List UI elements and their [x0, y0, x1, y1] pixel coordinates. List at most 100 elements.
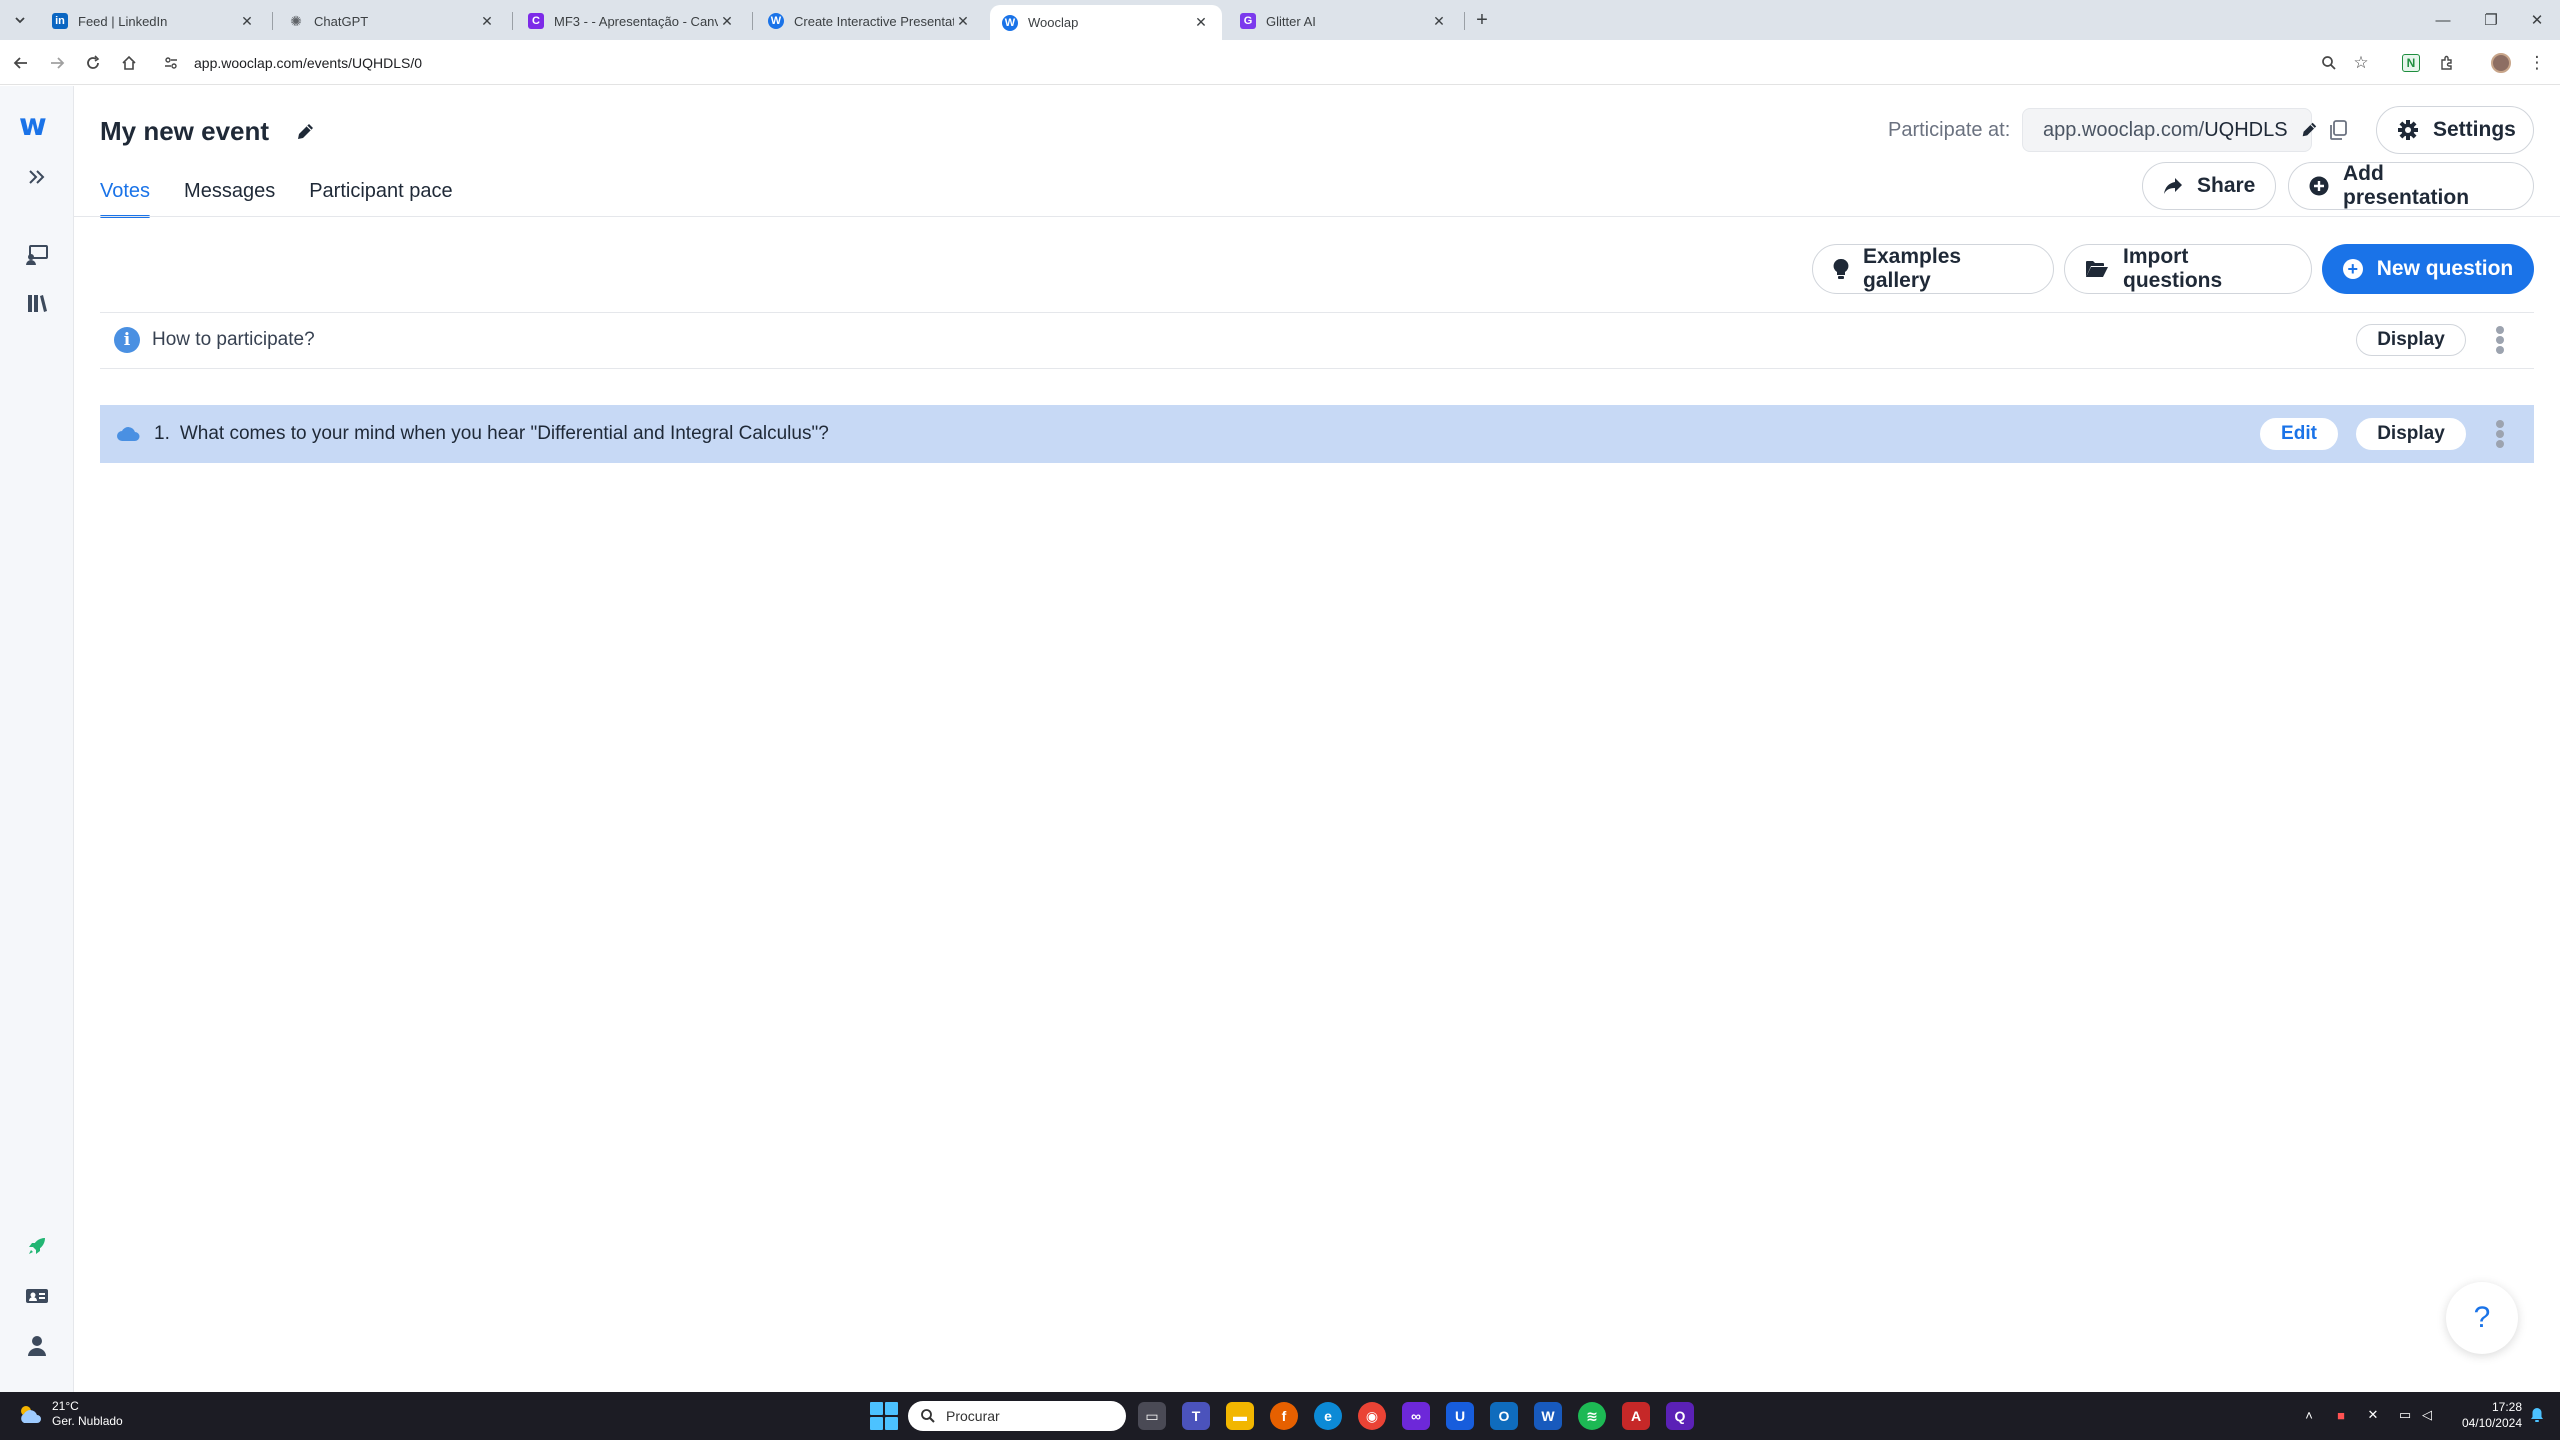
- volume-icon[interactable]: ◁: [2416, 1404, 2438, 1426]
- question-more-options-icon[interactable]: [2490, 417, 2510, 451]
- edit-title-pencil-icon[interactable]: [293, 120, 317, 144]
- browser-tab-chatgpt[interactable]: ✺ ChatGPT ✕: [276, 5, 508, 37]
- close-tab-icon[interactable]: ✕: [718, 12, 736, 30]
- tab-votes[interactable]: Votes: [100, 172, 151, 218]
- edit-code-pencil-icon[interactable]: [2300, 121, 2318, 139]
- rocket-icon[interactable]: [20, 1229, 54, 1263]
- add-presentation-label: Add presentation: [2343, 162, 2470, 209]
- import-questions-button[interactable]: Import questions: [2064, 244, 2312, 294]
- restore-window-icon[interactable]: ❐: [2468, 0, 2514, 40]
- site-info-icon[interactable]: [158, 50, 184, 76]
- question-edit-button[interactable]: Edit: [2260, 418, 2338, 450]
- firefox-icon[interactable]: f: [1270, 1402, 1298, 1430]
- examples-gallery-button[interactable]: Examples gallery: [1812, 244, 2054, 294]
- tab-separator: [752, 12, 753, 30]
- tab-messages[interactable]: Messages: [184, 172, 275, 216]
- tab-search-dropdown-icon[interactable]: [8, 8, 32, 32]
- back-arrow-icon[interactable]: [8, 50, 34, 76]
- tab-participant-pace[interactable]: Participant pace: [309, 172, 452, 216]
- notifications-bell-icon[interactable]: [2526, 1404, 2548, 1426]
- task-view-icon[interactable]: ▭: [1138, 1402, 1166, 1430]
- edge-icon[interactable]: e: [1314, 1402, 1342, 1430]
- close-tab-icon[interactable]: ✕: [1192, 14, 1210, 32]
- participate-url-box[interactable]: app.wooclap.com/UQHDLS: [2022, 108, 2316, 152]
- word-icon[interactable]: W: [1534, 1402, 1562, 1430]
- close-window-icon[interactable]: ✕: [2514, 0, 2560, 40]
- tab-label: Feed | LinkedIn: [78, 13, 168, 29]
- chrome-icon[interactable]: ◉: [1358, 1402, 1386, 1430]
- browser-tab-linkedin[interactable]: in Feed | LinkedIn ✕: [40, 5, 268, 37]
- presenter-icon[interactable]: [20, 238, 54, 272]
- tray-app-icon[interactable]: ■: [2330, 1404, 2352, 1426]
- main-content: My new event Participate at: app.wooclap…: [74, 86, 2560, 1392]
- how-to-more-options-icon[interactable]: [2490, 323, 2510, 357]
- profile-avatar-icon[interactable]: [2488, 50, 2514, 76]
- browser-tab-glitter[interactable]: G Glitter AI ✕: [1228, 5, 1460, 37]
- minimize-window-icon[interactable]: —: [2420, 0, 2466, 40]
- word-cloud-icon: [116, 426, 140, 442]
- pdf-reader-icon[interactable]: A: [1622, 1402, 1650, 1430]
- browser-toolbar: app.wooclap.com/events/UQHDLS/0 ☆ N ⋮: [0, 40, 2560, 85]
- show-hidden-icons-chevron-icon[interactable]: ˄: [2298, 1404, 2320, 1426]
- network-icon[interactable]: ▭: [2394, 1404, 2416, 1426]
- extensions-puzzle-icon[interactable]: [2434, 50, 2460, 76]
- share-button[interactable]: Share: [2142, 162, 2276, 210]
- canva-icon: C: [528, 13, 544, 29]
- close-tab-icon[interactable]: ✕: [478, 12, 496, 30]
- expand-sidebar-icon[interactable]: [20, 160, 54, 194]
- close-tab-icon[interactable]: ✕: [1430, 12, 1448, 30]
- copy-link-icon[interactable]: [2324, 116, 2352, 144]
- lightbulb-icon: [1833, 258, 1849, 280]
- clock-time: 17:28: [2491, 1400, 2522, 1414]
- address-bar[interactable]: app.wooclap.com/events/UQHDLS/0: [156, 46, 2356, 80]
- app-q-icon[interactable]: Q: [1666, 1402, 1694, 1430]
- glitter-icon: G: [1240, 13, 1256, 29]
- microphone-muted-icon[interactable]: ✕: [2362, 1404, 2384, 1426]
- wooclap-logo[interactable]: w: [19, 108, 47, 143]
- how-to-display-button[interactable]: Display: [2356, 324, 2466, 356]
- outlook-icon[interactable]: O: [1490, 1402, 1518, 1430]
- forward-arrow-icon[interactable]: [44, 50, 70, 76]
- app-icon[interactable]: ∞: [1402, 1402, 1430, 1430]
- browser-tab-create-interactive[interactable]: W Create Interactive Presentation ✕: [756, 5, 984, 37]
- user-account-icon[interactable]: [20, 1329, 54, 1363]
- home-icon[interactable]: [116, 50, 142, 76]
- new-tab-button[interactable]: +: [1470, 8, 1494, 32]
- taskbar-search[interactable]: Procurar: [908, 1401, 1126, 1431]
- bitwarden-icon[interactable]: U: [1446, 1402, 1474, 1430]
- spotify-icon[interactable]: ≋: [1578, 1402, 1606, 1430]
- settings-button[interactable]: Settings: [2376, 106, 2534, 154]
- reload-icon[interactable]: [80, 50, 106, 76]
- tab-label: Create Interactive Presentation: [794, 13, 954, 29]
- close-tab-icon[interactable]: ✕: [238, 12, 256, 30]
- library-icon[interactable]: [20, 286, 54, 320]
- teams-icon[interactable]: T: [1182, 1402, 1210, 1430]
- tab-separator: [512, 12, 513, 30]
- question-display-button[interactable]: Display: [2356, 418, 2466, 450]
- weather-widget[interactable]: 21°C Ger. Nublado: [16, 1399, 123, 1429]
- add-presentation-button[interactable]: Add presentation: [2288, 162, 2534, 210]
- question-text: What comes to your mind when you hear "D…: [179, 423, 829, 444]
- tab-separator: [272, 12, 273, 30]
- help-button[interactable]: ?: [2446, 1282, 2518, 1354]
- id-card-icon[interactable]: [20, 1279, 54, 1313]
- question-row[interactable]: 1. What comes to your mind when you hear…: [100, 405, 2534, 463]
- browser-menu-icon[interactable]: ⋮: [2524, 50, 2550, 76]
- zoom-icon[interactable]: [2316, 50, 2342, 76]
- browser-tab-wooclap[interactable]: W Wooclap ✕: [990, 5, 1222, 40]
- tab-label: ChatGPT: [314, 13, 369, 29]
- new-question-button[interactable]: + New question: [2322, 244, 2534, 294]
- wooclap-icon: W: [1002, 14, 1018, 31]
- browser-tab-canva[interactable]: C MF3 - - Apresentação - Canva ✕: [516, 5, 748, 37]
- windows-start-icon[interactable]: [870, 1402, 898, 1430]
- taskbar-clock[interactable]: 17:28 04/10/2024: [2444, 1399, 2522, 1431]
- share-arrow-icon: [2163, 177, 2183, 195]
- file-explorer-icon[interactable]: ▬: [1226, 1402, 1254, 1430]
- extension-n-icon[interactable]: N: [2398, 50, 2424, 76]
- close-tab-icon[interactable]: ✕: [954, 12, 972, 30]
- tab-label: Wooclap: [1028, 15, 1079, 30]
- how-to-participate-row[interactable]: i How to participate?: [100, 312, 2534, 368]
- settings-label: Settings: [2433, 118, 2516, 141]
- taskbar-search-placeholder: Procurar: [946, 1408, 1000, 1424]
- bookmark-star-icon[interactable]: ☆: [2348, 50, 2374, 76]
